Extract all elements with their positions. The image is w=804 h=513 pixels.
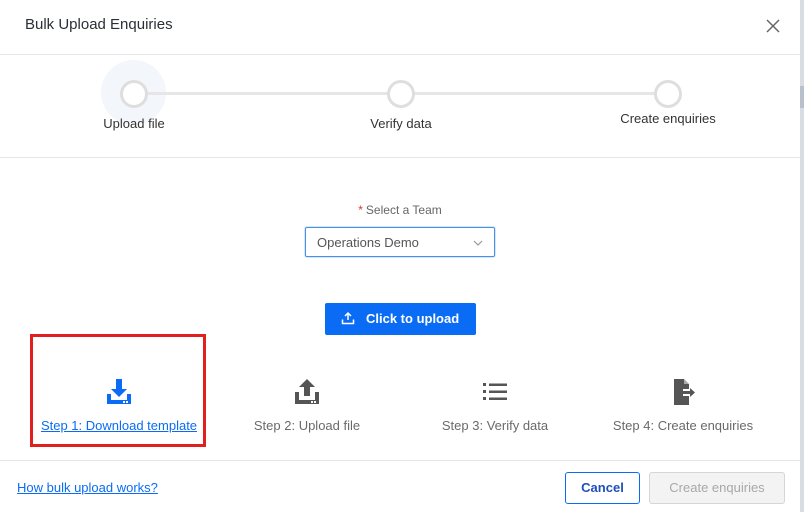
upload-file-step-label: Step 2: Upload file — [253, 418, 361, 433]
team-select-value: Operations Demo — [317, 235, 419, 250]
upload-tray-icon — [295, 379, 319, 404]
stepper-label-verify-data: Verify data — [370, 116, 432, 131]
stepper-label-create-enquiries: Create enquiries — [620, 111, 716, 126]
background-page-edge — [800, 0, 804, 512]
stepper-label-upload-file: Upload file — [103, 116, 165, 131]
team-select[interactable]: Operations Demo — [305, 227, 495, 257]
stepper-track-2 — [412, 92, 657, 95]
dialog-footer: How bulk upload works? Cancel Create enq… — [0, 460, 800, 513]
dialog-title: Bulk Upload Enquiries — [25, 16, 173, 33]
create-enquiries-step-label: Step 4: Create enquiries — [612, 418, 754, 433]
background-page-marker — [800, 86, 804, 108]
create-enquiries-button[interactable]: Create enquiries — [649, 472, 785, 504]
stepper-node-upload-file — [120, 80, 148, 108]
download-template-link[interactable]: Step 1: Download template — [41, 418, 197, 433]
stepper-node-create-enquiries — [654, 80, 682, 108]
download-icon — [107, 379, 131, 404]
list-icon — [483, 383, 507, 400]
team-select-label: * Select a Team — [358, 203, 442, 217]
bulk-upload-dialog: Bulk Upload Enquiries Upload file Verify… — [0, 0, 800, 512]
cancel-button[interactable]: Cancel — [565, 472, 640, 504]
upload-icon — [341, 311, 355, 325]
how-bulk-upload-works-link[interactable]: How bulk upload works? — [17, 480, 158, 495]
close-icon[interactable] — [764, 17, 782, 35]
verify-data-step-label: Step 3: Verify data — [441, 418, 549, 433]
click-to-upload-label: Click to upload — [366, 311, 460, 326]
guide-step-verify-data: Step 3: Verify data — [405, 376, 585, 446]
chevron-down-icon — [473, 240, 483, 246]
progress-stepper: Upload file Verify data Create enquiries — [0, 55, 800, 158]
stepper-node-verify-data — [387, 80, 415, 108]
dialog-header: Bulk Upload Enquiries — [0, 0, 800, 55]
file-export-icon — [674, 379, 695, 405]
guide-step-create-enquiries: Step 4: Create enquiries — [593, 376, 773, 446]
guide-step-download-template[interactable]: Step 1: Download template — [29, 376, 209, 446]
team-select-label-text: Select a Team — [365, 203, 442, 217]
click-to-upload-button[interactable]: Click to upload — [325, 303, 476, 335]
required-mark: * — [358, 203, 363, 217]
guide-step-upload-file: Step 2: Upload file — [217, 376, 397, 446]
stepper-track-1 — [145, 92, 390, 95]
